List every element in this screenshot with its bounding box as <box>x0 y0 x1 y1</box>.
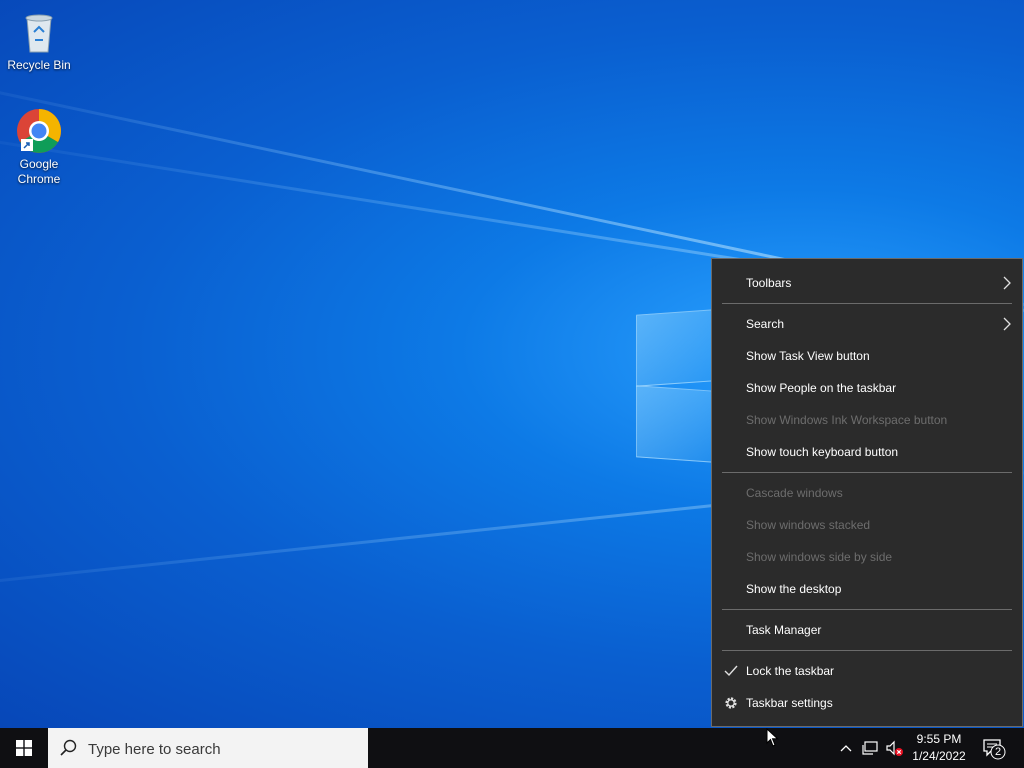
menu-item-show-touch-keyboard[interactable]: Show touch keyboard button <box>712 438 1022 466</box>
windows-logo-icon <box>16 740 32 756</box>
menu-item-taskbar-settings[interactable]: Taskbar settings <box>712 689 1022 717</box>
menu-item-label: Show the desktop <box>746 582 842 596</box>
menu-item-lock-the-taskbar[interactable]: Lock the taskbar <box>712 657 1022 685</box>
chevron-right-icon <box>1003 317 1011 331</box>
mouse-cursor-icon <box>766 728 779 747</box>
wallpaper-logo-pane <box>636 385 714 463</box>
taskbar-context-menu: Toolbars Search Show Task View button Sh… <box>711 258 1023 727</box>
menu-item-label: Taskbar settings <box>746 696 833 710</box>
wallpaper-logo-pane <box>636 309 714 387</box>
menu-item-search[interactable]: Search <box>712 310 1022 338</box>
menu-item-show-task-view-button[interactable]: Show Task View button <box>712 342 1022 370</box>
shortcut-arrow-icon <box>21 139 33 151</box>
start-button[interactable] <box>0 728 48 768</box>
menu-item-toolbars[interactable]: Toolbars <box>712 269 1022 297</box>
search-icon <box>60 739 77 756</box>
menu-item-show-windows-side-by-side: Show windows side by side <box>712 543 1022 571</box>
taskbar-clock[interactable]: 9:55 PM 1/24/2022 <box>904 731 974 765</box>
volume-muted-icon[interactable] <box>884 738 904 758</box>
clock-time: 9:55 PM <box>916 732 962 746</box>
menu-item-label: Show People on the taskbar <box>746 381 897 395</box>
menu-item-show-windows-stacked: Show windows stacked <box>712 511 1022 539</box>
search-input[interactable] <box>86 737 360 761</box>
menu-item-label: Toolbars <box>746 276 792 290</box>
desktop-icon-label: Recycle Bin <box>7 58 71 72</box>
menu-item-show-people[interactable]: Show People on the taskbar <box>712 374 1022 402</box>
menu-item-show-the-desktop[interactable]: Show the desktop <box>712 575 1022 603</box>
menu-item-label: Show touch keyboard button <box>746 445 899 459</box>
menu-item-label: Show windows stacked <box>746 518 871 532</box>
taskbar[interactable]: 9:55 PM 1/24/2022 2 <box>0 728 1024 768</box>
desktop-icon-recycle-bin[interactable]: Recycle Bin <box>4 8 74 73</box>
menu-separator <box>722 609 1012 610</box>
show-hidden-icons-chevron-up-icon[interactable] <box>836 738 856 758</box>
menu-item-label: Cascade windows <box>746 486 843 500</box>
menu-item-label: Task Manager <box>746 623 822 637</box>
menu-item-label: Show Windows Ink Workspace button <box>746 413 948 427</box>
desktop-icon-label: Google Chrome <box>17 157 61 186</box>
menu-item-task-manager[interactable]: Task Manager <box>712 616 1022 644</box>
menu-item-label: Search <box>746 317 785 331</box>
network-icon[interactable] <box>860 738 880 758</box>
clock-date: 1/24/2022 <box>912 749 966 763</box>
desktop-icon-google-chrome[interactable]: Google Chrome <box>4 107 74 187</box>
taskbar-search-box[interactable] <box>48 728 368 768</box>
recycle-bin-icon <box>15 8 63 56</box>
gear-icon <box>725 697 737 709</box>
menu-separator <box>722 303 1012 304</box>
menu-item-show-windows-ink: Show Windows Ink Workspace button <box>712 406 1022 434</box>
chevron-right-icon <box>1003 276 1011 290</box>
menu-separator <box>722 472 1012 473</box>
menu-item-label: Show Task View button <box>746 349 870 363</box>
menu-item-label: Lock the taskbar <box>746 664 835 678</box>
chrome-icon <box>15 107 63 155</box>
menu-item-cascade-windows: Cascade windows <box>712 479 1022 507</box>
menu-item-label: Show windows side by side <box>746 550 893 564</box>
notifications-count-badge: 2 <box>994 746 1002 758</box>
menu-separator <box>722 650 1012 651</box>
checkmark-icon <box>724 665 738 677</box>
action-center-button[interactable]: 2 <box>980 736 1008 760</box>
